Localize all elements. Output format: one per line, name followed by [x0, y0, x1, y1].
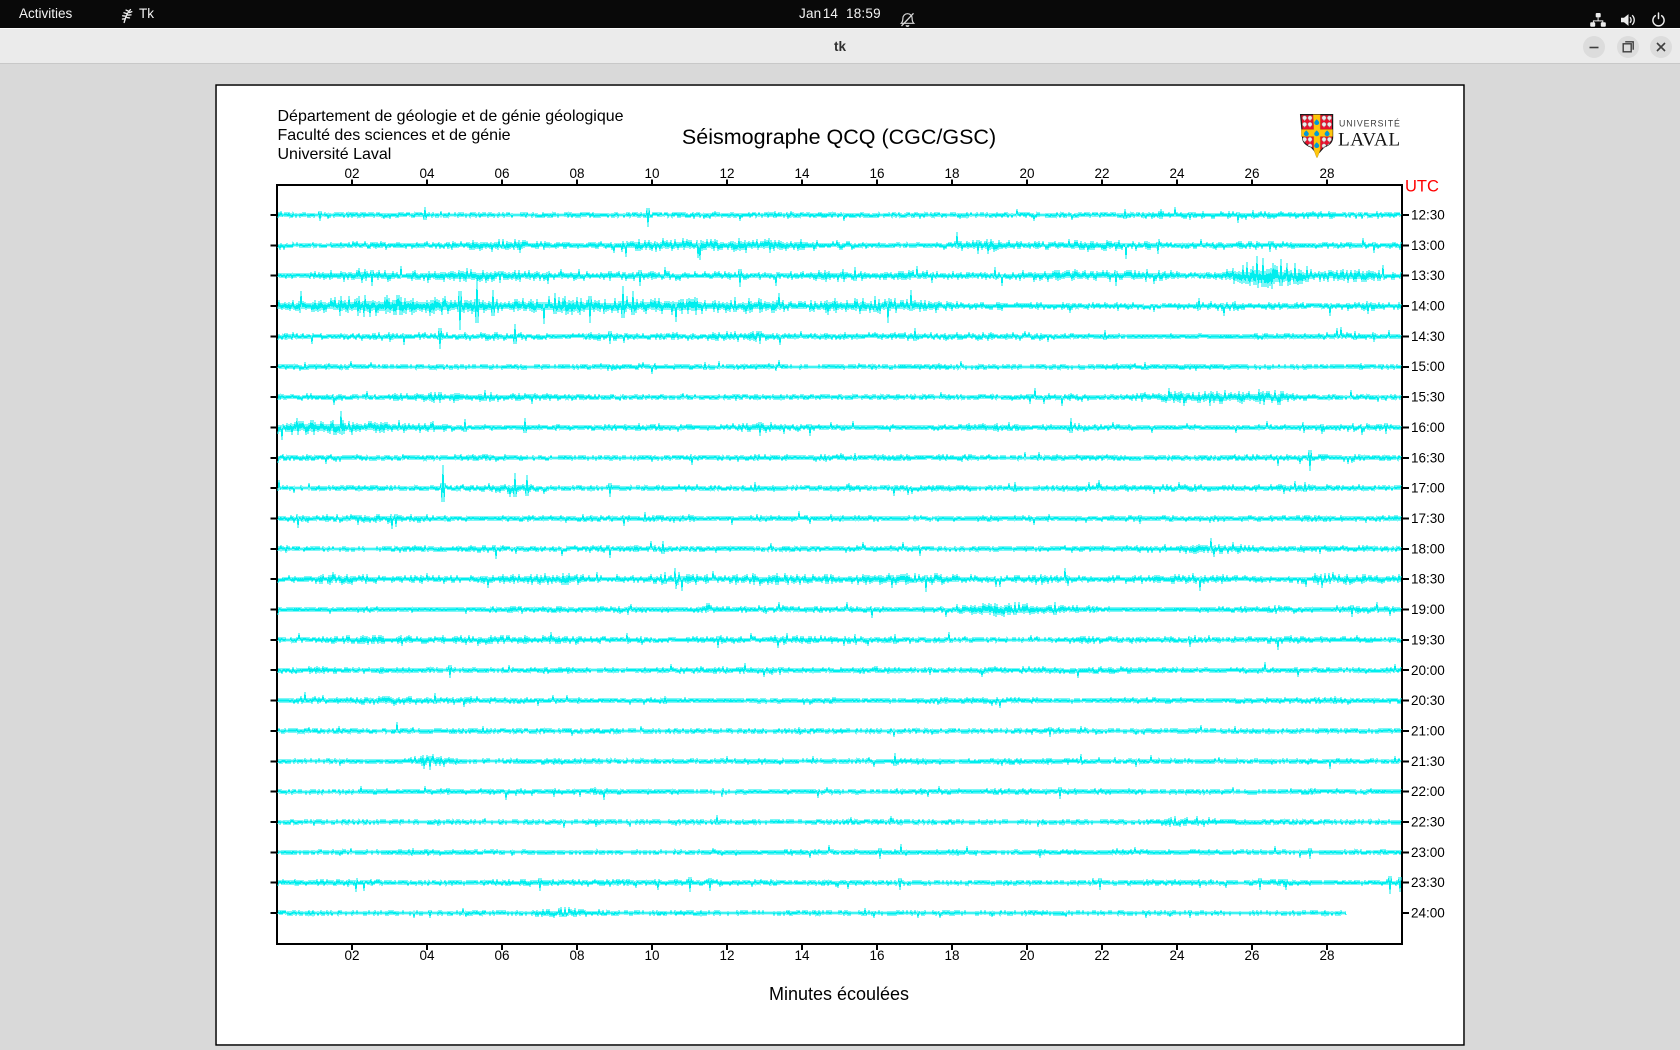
svg-text:02: 02 — [344, 166, 359, 181]
svg-text:20:30: 20:30 — [1411, 693, 1445, 708]
svg-text:10: 10 — [644, 948, 659, 963]
svg-text:15:30: 15:30 — [1411, 390, 1445, 405]
svg-text:19:00: 19:00 — [1411, 602, 1445, 617]
svg-text:Minutes écoulées: Minutes écoulées — [769, 984, 909, 1004]
svg-text:18:00: 18:00 — [1411, 541, 1445, 556]
svg-text:22: 22 — [1094, 948, 1109, 963]
svg-text:Université Laval: Université Laval — [278, 146, 392, 163]
svg-text:13:00: 13:00 — [1411, 238, 1445, 253]
svg-text:UTC: UTC — [1405, 178, 1439, 196]
svg-text:Séismographe QCQ (CGC/GSC): Séismographe QCQ (CGC/GSC) — [682, 125, 996, 149]
svg-text:28: 28 — [1319, 166, 1334, 181]
svg-text:24:00: 24:00 — [1411, 906, 1445, 921]
svg-text:15:00: 15:00 — [1411, 359, 1445, 374]
svg-text:14:30: 14:30 — [1411, 329, 1445, 344]
svg-text:21:30: 21:30 — [1411, 754, 1445, 769]
svg-text:19:30: 19:30 — [1411, 632, 1445, 647]
svg-text:23:30: 23:30 — [1411, 875, 1445, 890]
svg-text:12:30: 12:30 — [1411, 208, 1445, 223]
svg-text:20: 20 — [1019, 948, 1034, 963]
svg-text:10: 10 — [644, 166, 659, 181]
svg-text:Faculté des sciences et de gén: Faculté des sciences et de génie — [278, 127, 511, 144]
svg-text:12: 12 — [719, 166, 734, 181]
svg-text:08: 08 — [569, 948, 584, 963]
svg-text:20: 20 — [1019, 166, 1034, 181]
svg-text:23:00: 23:00 — [1411, 845, 1445, 860]
svg-text:12: 12 — [719, 948, 734, 963]
svg-text:LAVAL: LAVAL — [1338, 130, 1401, 151]
svg-text:26: 26 — [1244, 948, 1259, 963]
svg-text:16:00: 16:00 — [1411, 420, 1445, 435]
svg-text:08: 08 — [569, 166, 584, 181]
svg-text:06: 06 — [494, 166, 509, 181]
svg-text:18: 18 — [944, 948, 959, 963]
svg-text:04: 04 — [419, 948, 435, 963]
svg-text:13:30: 13:30 — [1411, 268, 1445, 283]
svg-text:26: 26 — [1244, 166, 1259, 181]
svg-text:UNIVERSITÉ: UNIVERSITÉ — [1339, 118, 1401, 128]
svg-text:16:30: 16:30 — [1411, 450, 1445, 465]
svg-text:17:30: 17:30 — [1411, 511, 1445, 526]
svg-text:16: 16 — [869, 948, 884, 963]
svg-text:28: 28 — [1319, 948, 1334, 963]
svg-text:02: 02 — [344, 948, 359, 963]
svg-text:21:00: 21:00 — [1411, 724, 1445, 739]
svg-text:22:30: 22:30 — [1411, 815, 1445, 830]
svg-text:22:00: 22:00 — [1411, 784, 1445, 799]
svg-text:Département de géologie et de: Département de géologie et de génie géol… — [278, 108, 624, 125]
svg-text:14: 14 — [794, 166, 810, 181]
svg-text:24: 24 — [1169, 948, 1185, 963]
svg-text:16: 16 — [869, 166, 884, 181]
svg-text:14: 14 — [794, 948, 810, 963]
svg-text:18: 18 — [944, 166, 959, 181]
svg-text:17:00: 17:00 — [1411, 481, 1445, 496]
svg-text:20:00: 20:00 — [1411, 663, 1445, 678]
svg-text:24: 24 — [1169, 166, 1185, 181]
svg-text:22: 22 — [1094, 166, 1109, 181]
svg-text:18:30: 18:30 — [1411, 572, 1445, 587]
svg-text:04: 04 — [419, 166, 435, 181]
svg-text:14:00: 14:00 — [1411, 299, 1445, 314]
svg-text:06: 06 — [494, 948, 509, 963]
